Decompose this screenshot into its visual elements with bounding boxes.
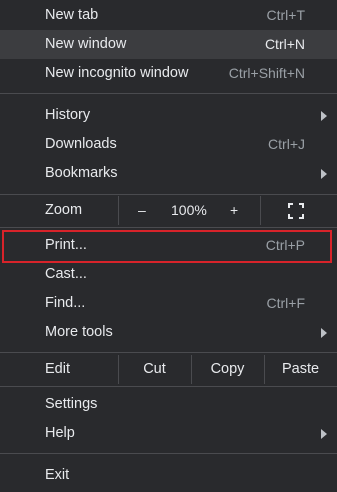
chrome-main-menu: New tab Ctrl+T New window Ctrl+N New inc… [0, 0, 337, 492]
submenu-arrow-icon [321, 328, 327, 338]
menu-item-shortcut: Ctrl+T [266, 7, 306, 23]
vertical-divider [260, 196, 261, 225]
zoom-out-button[interactable]: – [138, 196, 146, 225]
paste-button[interactable]: Paste [264, 355, 337, 384]
menu-item-label: Settings [45, 396, 98, 412]
menu-item-downloads[interactable]: Downloads Ctrl+J [0, 130, 337, 159]
menu-item-label: Bookmarks [45, 165, 118, 181]
menu-item-help[interactable]: Help [0, 419, 337, 448]
menu-item-history[interactable]: History [0, 101, 337, 130]
menu-item-find[interactable]: Find... Ctrl+F [0, 289, 337, 318]
menu-item-label: New window [45, 36, 127, 52]
menu-item-shortcut: Ctrl+Shift+N [228, 65, 305, 81]
menu-item-label: New incognito window [45, 65, 189, 81]
menu-separator [0, 194, 337, 195]
menu-item-label: Downloads [45, 136, 117, 152]
fullscreen-icon[interactable] [288, 203, 304, 219]
submenu-arrow-icon [321, 169, 327, 179]
menu-item-label: Help [45, 425, 75, 441]
submenu-arrow-icon [321, 429, 327, 439]
zoom-level: 100% [171, 202, 207, 218]
menu-item-new-tab[interactable]: New tab Ctrl+T [0, 1, 337, 30]
menu-item-label: Exit [45, 467, 70, 483]
menu-item-exit[interactable]: Exit [0, 461, 337, 490]
menu-item-label: More tools [45, 324, 113, 340]
submenu-arrow-icon [321, 111, 327, 121]
zoom-row: Zoom – 100% + [0, 196, 337, 225]
menu-item-shortcut: Ctrl+F [266, 295, 306, 311]
menu-item-cast[interactable]: Cast... [0, 260, 337, 289]
menu-item-new-incognito-window[interactable]: New incognito window Ctrl+Shift+N [0, 59, 337, 88]
menu-separator [0, 352, 337, 353]
menu-separator [0, 453, 337, 454]
menu-item-label: Cast... [45, 266, 87, 282]
menu-separator [0, 386, 337, 387]
zoom-label: Zoom [45, 202, 83, 218]
menu-item-label: Find... [45, 295, 86, 311]
zoom-in-button[interactable]: + [230, 196, 238, 225]
copy-button[interactable]: Copy [191, 355, 264, 384]
menu-item-bookmarks[interactable]: Bookmarks [0, 159, 337, 188]
vertical-divider [118, 196, 119, 225]
menu-separator [0, 93, 337, 94]
menu-item-more-tools[interactable]: More tools [0, 318, 337, 347]
menu-item-label: New tab [45, 7, 99, 23]
menu-item-shortcut: Ctrl+N [264, 36, 305, 52]
menu-item-label: History [45, 107, 91, 123]
cut-button[interactable]: Cut [118, 355, 191, 384]
menu-separator [0, 227, 337, 228]
menu-item-new-window[interactable]: New window Ctrl+N [0, 30, 337, 59]
menu-item-settings[interactable]: Settings [0, 390, 337, 419]
highlight-annotation-box [2, 230, 332, 263]
edit-label: Edit [45, 361, 70, 377]
menu-item-shortcut: Ctrl+J [268, 136, 305, 152]
edit-row: Edit Cut Copy Paste [0, 355, 337, 384]
